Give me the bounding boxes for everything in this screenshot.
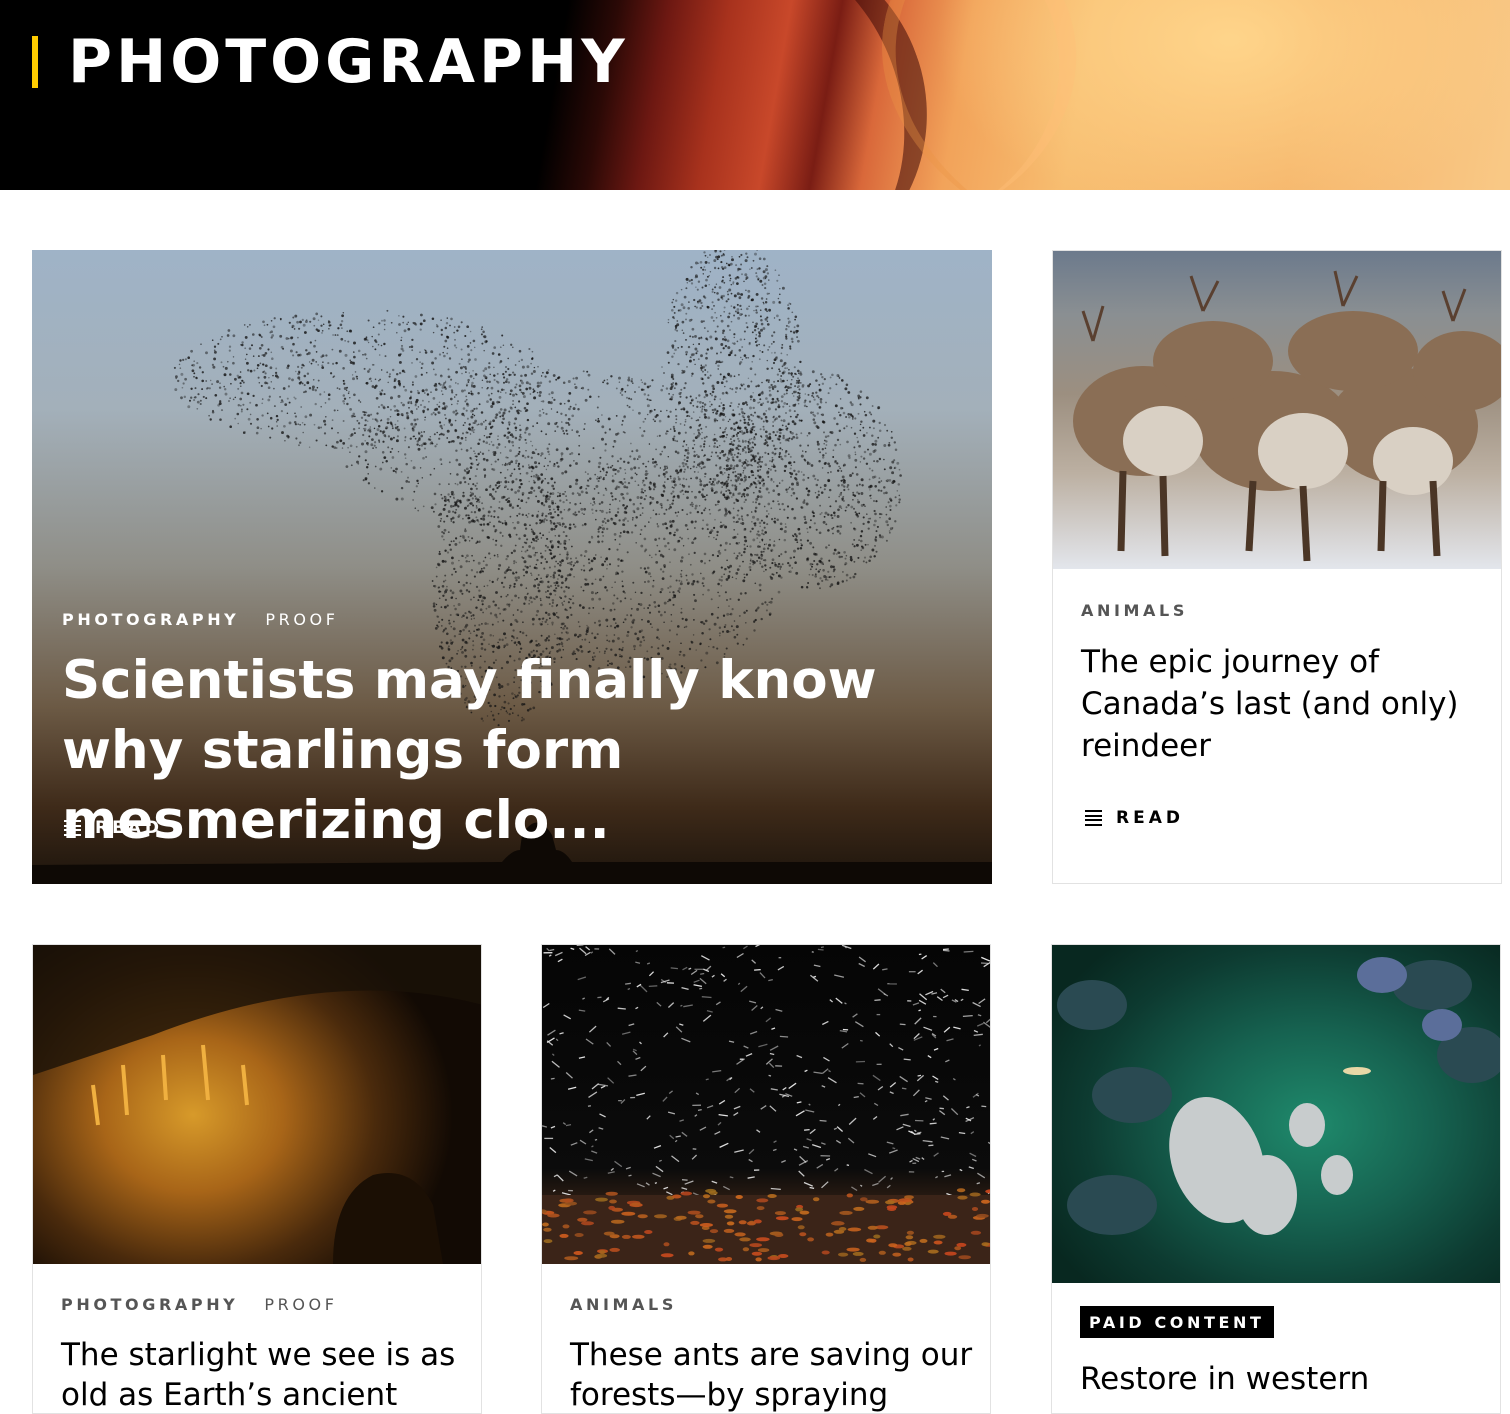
story-tags: ANIMALS xyxy=(1081,601,1188,620)
read-label: READ xyxy=(95,818,163,838)
reindeer-herd-photo xyxy=(1053,251,1501,569)
page-banner: PHOTOGRAPHY xyxy=(0,0,1510,190)
story-headline[interactable]: Scientists may finally know why starling… xyxy=(62,646,962,856)
lake-rocks-illustration xyxy=(1052,945,1500,1283)
read-label: READ xyxy=(1116,808,1184,828)
story-headline[interactable]: Restore in western xyxy=(1080,1359,1490,1399)
lake-kayak-aerial-photo xyxy=(1052,945,1500,1283)
article-lines-icon xyxy=(1085,810,1102,826)
story-card[interactable]: PHOTOGRAPHY PROOF The starlight we see i… xyxy=(32,944,482,1414)
story-headline[interactable]: These ants are saving our forests—by spr… xyxy=(570,1335,980,1414)
story-card[interactable]: ANIMALS These ants are saving our forest… xyxy=(541,944,991,1414)
story-tags: ANIMALS xyxy=(570,1295,677,1314)
cave-illustration xyxy=(33,945,481,1264)
ants-spraying-photo xyxy=(542,945,990,1264)
tag-animals[interactable]: ANIMALS xyxy=(1081,601,1188,620)
tag-photography[interactable]: PHOTOGRAPHY xyxy=(61,1295,238,1314)
read-button[interactable]: READ xyxy=(1085,808,1184,828)
banner-canyon-texture xyxy=(851,0,1443,190)
tag-proof[interactable]: PROOF xyxy=(265,610,338,629)
story-headline[interactable]: The starlight we see is as old as Earth’… xyxy=(61,1335,471,1414)
sponsored-card[interactable]: PAID CONTENT Restore in western xyxy=(1051,944,1501,1414)
story-card[interactable]: ANIMALS The epic journey of Canada’s las… xyxy=(1052,250,1502,884)
spray-droplets xyxy=(542,945,990,1264)
hero-story-card[interactable]: PHOTOGRAPHY PROOF Scientists may finally… xyxy=(32,250,992,884)
tag-proof[interactable]: PROOF xyxy=(264,1295,337,1314)
tag-animals[interactable]: ANIMALS xyxy=(570,1295,677,1314)
story-tags: PHOTOGRAPHY PROOF xyxy=(62,610,339,629)
title-accent-bar xyxy=(32,36,38,88)
cave-photo xyxy=(33,945,481,1264)
read-button[interactable]: READ xyxy=(64,818,163,838)
paid-content-badge: PAID CONTENT xyxy=(1080,1306,1274,1338)
page-title: PHOTOGRAPHY xyxy=(68,36,629,88)
reindeer-illustration xyxy=(1053,251,1501,569)
story-headline[interactable]: The epic journey of Canada’s last (and o… xyxy=(1081,641,1481,767)
page-title-group: PHOTOGRAPHY xyxy=(32,36,629,88)
tag-photography[interactable]: PHOTOGRAPHY xyxy=(62,610,239,629)
story-tags: PHOTOGRAPHY PROOF xyxy=(61,1295,338,1314)
article-lines-icon xyxy=(64,820,81,836)
